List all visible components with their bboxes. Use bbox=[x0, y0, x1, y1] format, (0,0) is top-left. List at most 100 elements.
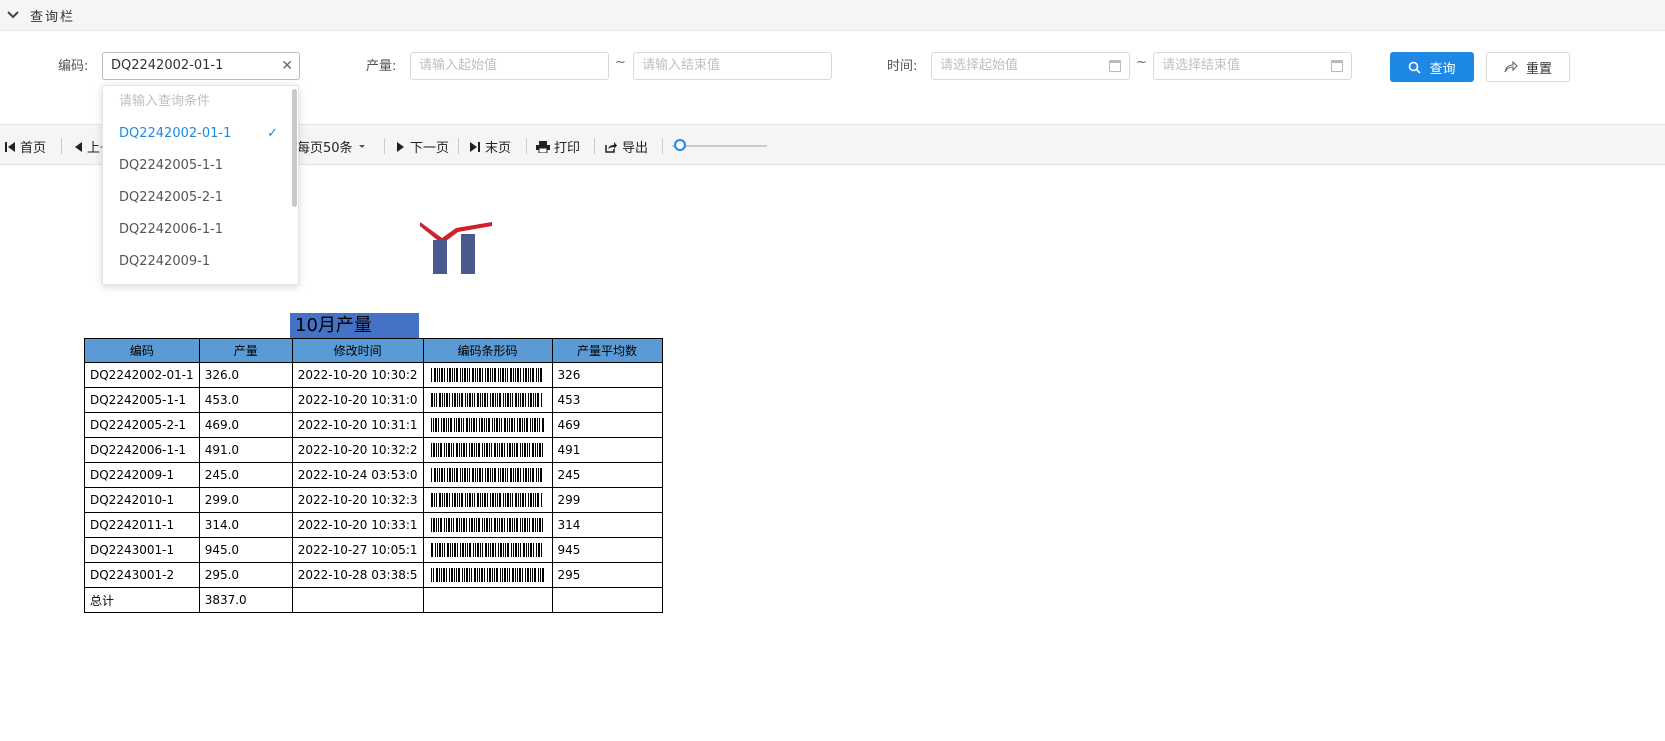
search-icon bbox=[1409, 61, 1422, 74]
barcode-cell bbox=[422, 387, 553, 413]
table-row: DQ2242005-1-1 453.0 2022-10-20 10:31:0 453 bbox=[84, 387, 663, 413]
table-row: DQ2242010-1 299.0 2022-10-20 10:32:3 299 bbox=[84, 487, 663, 513]
table-row: DQ2243001-1 945.0 2022-10-27 10:05:1 945 bbox=[84, 537, 663, 563]
dropdown-option[interactable]: DQ2242006-1-1 bbox=[103, 214, 298, 246]
time-cell: 2022-10-20 10:30:2 bbox=[291, 362, 424, 388]
barcode-cell bbox=[422, 462, 553, 488]
last-page-button[interactable]: 末页 bbox=[469, 137, 511, 156]
dropdown-scrollbar[interactable] bbox=[292, 89, 297, 207]
barcode-image bbox=[430, 468, 542, 482]
avg-cell: 299 bbox=[551, 487, 663, 513]
first-page-icon bbox=[5, 141, 15, 152]
avg-cell: 245 bbox=[551, 462, 663, 488]
time-cell: 2022-10-24 03:53:0 bbox=[291, 462, 424, 488]
qty-cell: 469.0 bbox=[198, 412, 293, 438]
next-page-button[interactable]: 下一页 bbox=[396, 137, 449, 156]
time-cell: 2022-10-20 10:31:1 bbox=[291, 412, 424, 438]
dropdown-option[interactable]: DQ2242009-1 bbox=[103, 246, 298, 278]
code-cell: DQ2242006-1-1 bbox=[84, 437, 200, 463]
qty-end-input[interactable]: 请输入结束值 bbox=[633, 52, 832, 80]
avg-cell: 491 bbox=[551, 437, 663, 463]
prev-page-icon bbox=[75, 141, 82, 152]
avg-cell: 945 bbox=[551, 537, 663, 563]
page-size-select[interactable]: 每页50条 bbox=[297, 137, 367, 156]
reset-button[interactable]: 重置 bbox=[1486, 52, 1570, 82]
qty-start-input[interactable]: 请输入起始值 bbox=[410, 52, 609, 80]
time-end-input[interactable]: 请选择结束值 bbox=[1153, 52, 1352, 80]
table-row: DQ2242011-1 314.0 2022-10-20 10:33:1 314 bbox=[84, 512, 663, 538]
barcode-cell bbox=[422, 412, 553, 438]
qty-cell: 491.0 bbox=[198, 437, 293, 463]
total-value: 3837.0 bbox=[198, 587, 293, 613]
barcode-image bbox=[430, 493, 542, 507]
code-cell: DQ2242005-2-1 bbox=[84, 412, 200, 438]
print-button[interactable]: 打印 bbox=[536, 137, 580, 156]
reset-button-label: 重置 bbox=[1525, 61, 1552, 77]
qty-cell: 299.0 bbox=[198, 487, 293, 513]
query-bar-header[interactable]: 查询栏 bbox=[0, 0, 1665, 31]
time-cell: 2022-10-20 10:32:3 bbox=[291, 487, 424, 513]
barcode-cell bbox=[422, 512, 553, 538]
clear-icon[interactable]: ✕ bbox=[281, 53, 293, 79]
printer-icon bbox=[536, 140, 550, 153]
chevron-down-icon[interactable] bbox=[6, 8, 20, 22]
code-cell: DQ2243001-2 bbox=[84, 562, 200, 588]
zoom-slider-track[interactable] bbox=[672, 145, 767, 147]
export-button[interactable]: 导出 bbox=[605, 137, 648, 156]
code-dropdown: 请输入查询条件 DQ2242002-01-1 ✓ DQ2242005-1-1 D… bbox=[102, 85, 299, 285]
qty-cell: 295.0 bbox=[198, 562, 293, 588]
barcode-cell bbox=[422, 362, 553, 388]
zoom-slider-handle[interactable] bbox=[674, 139, 686, 151]
query-button[interactable]: 查询 bbox=[1390, 52, 1474, 82]
time-label: 时间: bbox=[887, 59, 918, 74]
dropdown-option-label: DQ2242009-1 bbox=[119, 254, 211, 269]
barcode-cell bbox=[422, 437, 553, 463]
code-select[interactable]: DQ2242002-01-1 ✕ bbox=[102, 52, 300, 80]
code-cell: DQ2243001-1 bbox=[84, 537, 200, 563]
code-label: 编码: bbox=[58, 59, 89, 74]
query-bar-title: 查询栏 bbox=[30, 9, 76, 25]
table-row: DQ2242005-2-1 469.0 2022-10-20 10:31:1 469 bbox=[84, 412, 663, 438]
code-cell: DQ2242005-1-1 bbox=[84, 387, 200, 413]
time-start-placeholder: 请选择起始值 bbox=[940, 58, 1019, 73]
barcode-cell bbox=[422, 562, 553, 588]
barcode-image bbox=[430, 543, 542, 557]
time-cell: 2022-10-28 03:38:5 bbox=[291, 562, 424, 588]
first-page-label: 首页 bbox=[20, 141, 47, 156]
total-label: 总计 bbox=[84, 587, 200, 613]
barcode-image bbox=[430, 418, 544, 432]
avg-cell: 326 bbox=[551, 362, 663, 388]
time-range-separator: ~ bbox=[1136, 55, 1147, 70]
page-size-label: 每页50条 bbox=[297, 141, 353, 156]
dropdown-option[interactable]: DQ2242005-1-1 bbox=[103, 150, 298, 182]
time-cell: 2022-10-20 10:31:0 bbox=[291, 387, 424, 413]
qty-label: 产量: bbox=[366, 59, 397, 74]
dropdown-option[interactable]: DQ2242005-2-1 bbox=[103, 182, 298, 214]
dropdown-option-label: DQ2242005-1-1 bbox=[119, 158, 224, 173]
avg-cell: 453 bbox=[551, 387, 663, 413]
first-page-button[interactable]: 首页 bbox=[4, 137, 46, 156]
qty-cell: 945.0 bbox=[198, 537, 293, 563]
print-label: 打印 bbox=[554, 141, 581, 156]
column-header: 修改时间 bbox=[291, 338, 424, 363]
dropdown-option[interactable]: DQ2242002-01-1 ✓ bbox=[103, 118, 298, 150]
table-row: DQ2242006-1-1 491.0 2022-10-20 10:32:2 491 bbox=[84, 437, 663, 463]
qty-range-separator: ~ bbox=[615, 55, 626, 70]
dropdown-option-label: DQ2242002-01-1 bbox=[119, 126, 232, 141]
total-row: 总计 3837.0 bbox=[84, 587, 663, 613]
code-cell: DQ2242011-1 bbox=[84, 512, 200, 538]
dropdown-search-input[interactable]: 请输入查询条件 bbox=[103, 86, 298, 118]
time-end-placeholder: 请选择结束值 bbox=[1162, 58, 1241, 73]
code-cell: DQ2242009-1 bbox=[84, 462, 200, 488]
export-icon bbox=[605, 141, 617, 153]
table-header-row: 编码 产量 修改时间 编码条形码 产量平均数 bbox=[84, 338, 663, 363]
column-header: 产量 bbox=[198, 338, 293, 363]
calendar-icon[interactable] bbox=[1109, 60, 1121, 72]
barcode-cell bbox=[422, 487, 553, 513]
export-label: 导出 bbox=[622, 141, 649, 156]
caret-down-icon bbox=[358, 144, 365, 148]
time-cell: 2022-10-20 10:33:1 bbox=[291, 512, 424, 538]
calendar-icon[interactable] bbox=[1331, 60, 1343, 72]
next-page-icon bbox=[397, 141, 404, 152]
time-start-input[interactable]: 请选择起始值 bbox=[931, 52, 1130, 80]
